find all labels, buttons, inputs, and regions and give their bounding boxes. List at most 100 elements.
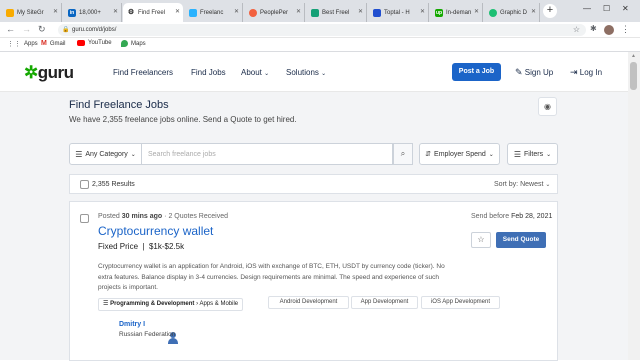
- bookmark-youtube[interactable]: YouTube: [77, 40, 112, 46]
- login-icon: ⇥: [570, 67, 578, 77]
- search-button[interactable]: ⌕: [393, 143, 413, 165]
- address-bar[interactable]: 🔒 guru.com/d/jobs/ ☆: [58, 24, 586, 36]
- lock-icon: 🔒: [62, 27, 70, 33]
- sort-dropdown[interactable]: Sort by: Newest ⌄: [494, 181, 550, 188]
- close-icon[interactable]: ✕: [296, 8, 301, 15]
- toptal-icon: [373, 8, 381, 17]
- guru-logo-mark-icon: ✲: [24, 63, 38, 82]
- freelancer-icon: [189, 8, 197, 17]
- close-icon[interactable]: ✕: [420, 8, 425, 15]
- job-posted-info: Posted 30 mins ago · 2 Quotes Received: [98, 213, 228, 220]
- employer-spend-dropdown[interactable]: ⇵ Employer Spend ⌄: [419, 143, 500, 165]
- close-window-icon[interactable]: ✕: [622, 4, 629, 13]
- nav-about[interactable]: About ⌄: [241, 68, 269, 77]
- browser-tab[interactable]: Toptal - H ✕: [369, 3, 429, 22]
- maps-icon: [121, 40, 128, 47]
- browser-tab-active[interactable]: ⚙ Find Freel ✕: [123, 3, 183, 22]
- close-icon[interactable]: ✕: [234, 8, 239, 15]
- job-title-link[interactable]: Cryptocurrency wallet: [98, 224, 213, 238]
- chevron-down-icon: ⌄: [488, 151, 494, 158]
- forward-icon[interactable]: →: [22, 24, 31, 34]
- upwork-icon: up: [435, 8, 443, 17]
- chevron-down-icon: ⌄: [546, 151, 552, 158]
- list-icon: ☰: [103, 301, 109, 307]
- bookmarks-bar: ⋮⋮ Apps M Gmail YouTube Maps: [0, 38, 640, 52]
- chevron-down-icon: ⌄: [321, 71, 327, 77]
- category-dropdown[interactable]: ☰ Any Category ⌄: [69, 143, 142, 165]
- scrollbar-thumb[interactable]: [630, 62, 637, 90]
- bookmark-gmail[interactable]: M Gmail: [41, 40, 66, 47]
- edit-icon: ✎: [515, 67, 523, 77]
- guru-icon: ⚙: [127, 8, 135, 17]
- browser-tab[interactable]: in 18,000+ ✕: [64, 3, 122, 22]
- avatar[interactable]: [604, 25, 614, 35]
- skill-tag[interactable]: App Development: [351, 296, 418, 309]
- bookmark-apps[interactable]: ⋮⋮ Apps: [7, 40, 38, 48]
- site-header: ✲guru Find Freelancers Find Jobs About ⌄…: [0, 52, 628, 92]
- minimize-icon[interactable]: —: [583, 4, 591, 13]
- menu-icon[interactable]: ⋮: [621, 24, 630, 35]
- nav-find-freelancers[interactable]: Find Freelancers: [113, 68, 173, 77]
- extensions-icon[interactable]: ✱: [590, 24, 597, 33]
- reload-icon[interactable]: ↻: [38, 24, 46, 35]
- browser-tab[interactable]: Graphic D ✕: [485, 3, 540, 22]
- maximize-icon[interactable]: ☐: [603, 4, 610, 13]
- log-in-link[interactable]: ⇥ Log In: [570, 67, 602, 78]
- browser-tab[interactable]: Freelanc ✕: [185, 3, 243, 22]
- page-title: Find Freelance Jobs: [69, 99, 169, 111]
- graphic-icon: [489, 8, 497, 17]
- page-scrollbar[interactable]: [628, 52, 640, 360]
- rss-button[interactable]: ◉: [538, 97, 557, 116]
- sign-up-link[interactable]: ✎ Sign Up: [515, 67, 553, 78]
- search-input[interactable]: Search freelance jobs: [142, 143, 393, 165]
- job-checkbox[interactable]: [80, 214, 89, 223]
- nav-find-jobs[interactable]: Find Jobs: [191, 68, 226, 77]
- post-job-button[interactable]: Post a Job: [452, 63, 501, 81]
- bookmark-maps[interactable]: Maps: [121, 40, 146, 47]
- sliders-icon: ☰: [513, 149, 522, 159]
- browser-toolbar: ← → ↻ 🔒 guru.com/d/jobs/ ☆ ✱ ⋮: [0, 22, 640, 38]
- bookmark-icon: [311, 8, 319, 17]
- close-icon[interactable]: ✕: [175, 8, 180, 15]
- nav-solutions[interactable]: Solutions ⌄: [286, 68, 326, 77]
- close-icon[interactable]: ✕: [474, 8, 479, 15]
- chevron-down-icon: ⌄: [130, 151, 136, 158]
- job-price: Fixed Price | $1k-$2.5k: [98, 242, 185, 251]
- send-before-date: Send before Feb 28, 2021: [471, 213, 553, 220]
- send-quote-button[interactable]: Send Quote: [496, 232, 546, 248]
- browser-tab-bar: My SiteGr ✕ in 18,000+ ✕ ⚙ Find Freel ✕ Free…: [0, 0, 640, 22]
- star-icon: ☆: [477, 235, 485, 244]
- close-icon[interactable]: ✕: [53, 8, 58, 15]
- save-job-button[interactable]: ☆: [471, 232, 491, 248]
- star-icon[interactable]: ☆: [573, 24, 580, 36]
- chevron-down-icon: ⌄: [545, 182, 551, 188]
- close-icon[interactable]: ✕: [358, 8, 363, 15]
- guru-logo[interactable]: ✲guru: [24, 63, 74, 83]
- browser-tab[interactable]: My SiteGr ✕: [2, 3, 62, 22]
- results-count: 2,355 Results: [92, 181, 135, 188]
- browser-tab[interactable]: up In-deman ✕: [431, 3, 483, 22]
- job-description: Cryptocurrency wallet is an application …: [98, 263, 445, 291]
- apps-grid-icon: ⋮⋮: [7, 41, 21, 48]
- list-icon: ☰: [75, 149, 83, 159]
- skill-tag[interactable]: Android Development: [268, 296, 349, 309]
- search-icon: ⌕: [400, 149, 406, 158]
- close-icon[interactable]: ✕: [531, 8, 536, 15]
- skill-tag[interactable]: iOS App Development: [421, 296, 500, 309]
- scroll-up-icon[interactable]: ▲: [631, 53, 636, 59]
- browser-tab[interactable]: PeoplePer ✕: [245, 3, 305, 22]
- chevron-down-icon: ⌄: [264, 71, 270, 77]
- employer-name-link[interactable]: Dmitry I: [119, 321, 145, 328]
- job-category-tag[interactable]: ☰ Programming & Development › Apps & Mob…: [98, 298, 244, 311]
- youtube-icon: [77, 40, 85, 46]
- filters-button[interactable]: ☰ Filters ⌄: [507, 143, 558, 165]
- page-subtitle: We have 2,355 freelance jobs online. Sen…: [69, 115, 297, 124]
- new-tab-button[interactable]: +: [543, 4, 557, 18]
- back-icon[interactable]: ←: [6, 24, 15, 34]
- select-all-checkbox[interactable]: [80, 180, 89, 189]
- browser-tab[interactable]: Best Freel ✕: [307, 3, 367, 22]
- guru-page: ✲guru Find Freelancers Find Jobs About ⌄…: [0, 52, 628, 361]
- results-bar: 2,355 Results Sort by: Newest ⌄: [69, 174, 558, 194]
- close-icon[interactable]: ✕: [113, 8, 118, 15]
- linkedin-icon: in: [68, 8, 76, 17]
